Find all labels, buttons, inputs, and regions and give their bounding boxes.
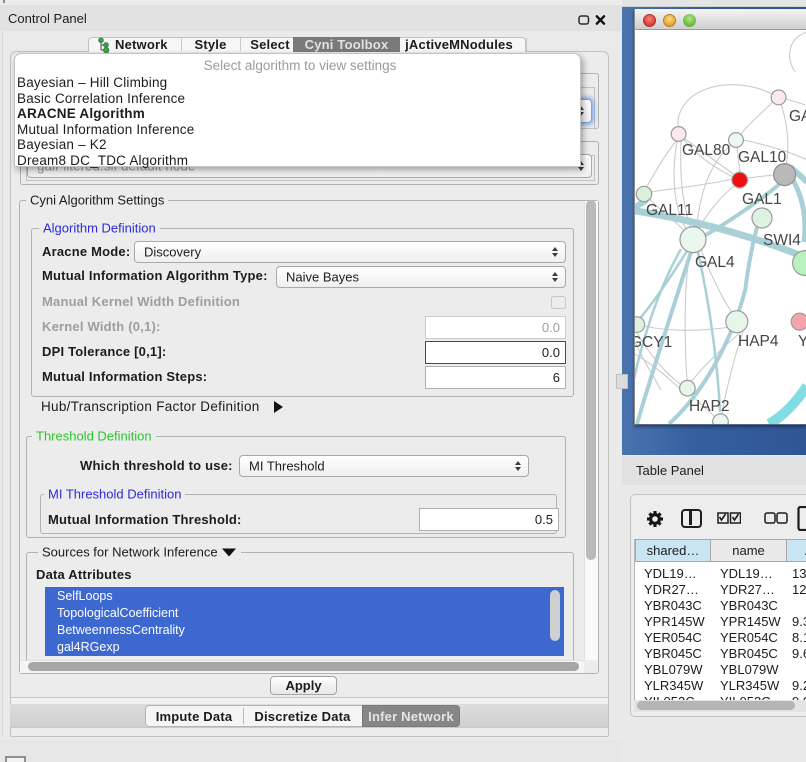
svg-text:HAP4: HAP4 <box>738 333 779 350</box>
svg-text:GCY1: GCY1 <box>635 334 672 351</box>
svg-text:SWI4: SWI4 <box>763 232 801 249</box>
svg-text:GAL: GAL <box>789 108 806 125</box>
svg-text:GAL1: GAL1 <box>742 191 782 208</box>
svg-text:GAL10: GAL10 <box>738 149 787 166</box>
svg-text:GAL80: GAL80 <box>682 142 731 159</box>
svg-text:GAL11: GAL11 <box>646 202 693 219</box>
svg-text:GAL4: GAL4 <box>695 254 735 271</box>
svg-text:YE: YE <box>798 333 806 350</box>
svg-text:HAP2: HAP2 <box>689 398 730 415</box>
